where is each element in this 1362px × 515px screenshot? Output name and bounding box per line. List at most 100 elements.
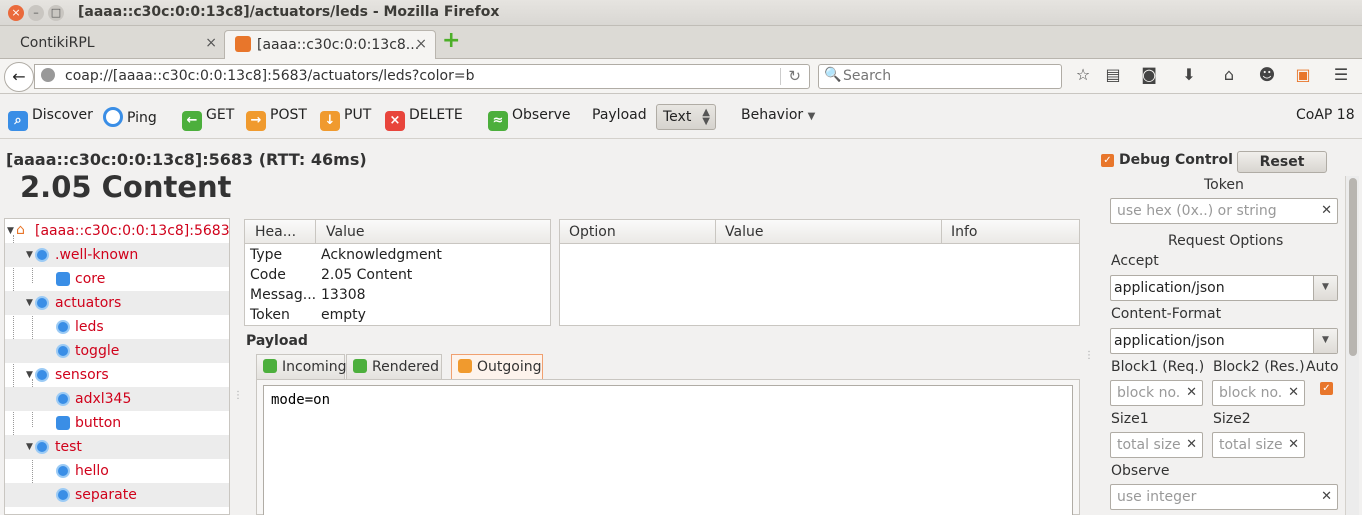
- column-separator[interactable]: [941, 220, 942, 244]
- block1-field[interactable]: ✕: [1110, 380, 1203, 406]
- splitter-grip-icon[interactable]: ⋮: [233, 390, 243, 401]
- tree-item-core[interactable]: core: [5, 267, 229, 291]
- chevron-down-icon[interactable]: ▼: [1313, 329, 1337, 353]
- outgoing-payload-editor[interactable]: mode=on: [263, 385, 1073, 515]
- content-format-select[interactable]: application/json ▼: [1110, 328, 1338, 354]
- accept-select[interactable]: application/json ▼: [1110, 275, 1338, 301]
- tree-item-actuators[interactable]: ▼ actuators: [5, 291, 229, 315]
- minimize-window-icon[interactable]: –: [28, 5, 44, 21]
- window-titlebar: × – □ [aaaa::c30c:0:0:13c8]/actuators/le…: [0, 0, 1362, 26]
- size1-field[interactable]: ✕: [1110, 432, 1203, 458]
- column-header[interactable]: Value: [326, 224, 364, 240]
- search-box[interactable]: 🔍: [818, 64, 1062, 89]
- ping-button[interactable]: Ping: [103, 107, 157, 129]
- column-separator[interactable]: [315, 220, 316, 244]
- post-button[interactable]: → POST: [246, 107, 307, 131]
- size2-input[interactable]: [1219, 437, 1287, 453]
- tab-copper[interactable]: [aaaa::c30c:0:0:13c8... ×: [224, 30, 436, 59]
- tab-contikirpl[interactable]: ContikiRPL ×: [10, 30, 225, 59]
- reset-button[interactable]: Reset: [1237, 151, 1327, 173]
- tree-item-hello[interactable]: hello: [5, 459, 229, 483]
- expand-triangle-icon[interactable]: ▼: [26, 443, 34, 452]
- tree-root[interactable]: ▼ ⌂ [aaaa::c30c:0:0:13c8]:5683: [5, 219, 229, 243]
- behavior-menu[interactable]: Behavior ▼: [741, 107, 815, 129]
- expand-triangle-icon[interactable]: ▼: [26, 251, 34, 260]
- clear-icon[interactable]: ✕: [1288, 437, 1299, 452]
- home-icon[interactable]: ⌂: [1218, 65, 1240, 87]
- copper-addon-icon[interactable]: ▣: [1292, 65, 1314, 87]
- close-window-icon[interactable]: ×: [8, 5, 24, 21]
- maximize-window-icon[interactable]: □: [48, 5, 64, 21]
- tree-item-adxl345[interactable]: adxl345: [5, 387, 229, 411]
- bookmark-star-icon[interactable]: ☆: [1072, 65, 1094, 87]
- new-tab-icon[interactable]: +: [442, 30, 462, 52]
- response-status: 2.05 Content: [20, 170, 232, 204]
- search-icon: 🔍: [824, 67, 842, 83]
- ping-icon: [103, 107, 123, 127]
- observe-input[interactable]: [1117, 489, 1317, 505]
- auto-checkbox[interactable]: ✓: [1320, 382, 1333, 395]
- back-button[interactable]: ←: [4, 62, 34, 92]
- tree-item-well-known[interactable]: ▼ .well-known: [5, 243, 229, 267]
- clear-icon[interactable]: ✕: [1186, 385, 1197, 400]
- home-icon: ⌂: [16, 222, 25, 238]
- url-bar[interactable]: coap://[aaaa::c30c:0:0:13c8]:5683/actuat…: [34, 64, 810, 89]
- get-button[interactable]: ← GET: [182, 107, 234, 131]
- expand-triangle-icon[interactable]: ▼: [26, 299, 34, 308]
- observe-field[interactable]: ✕: [1110, 484, 1338, 510]
- delete-button[interactable]: × DELETE: [385, 107, 463, 131]
- block2-field[interactable]: ✕: [1212, 380, 1305, 406]
- reading-list-icon[interactable]: ▤: [1102, 65, 1124, 87]
- tree-item-label: toggle: [75, 343, 120, 359]
- debug-control-checkbox[interactable]: ✓: [1101, 154, 1114, 167]
- download-icon[interactable]: ⬇: [1178, 65, 1200, 87]
- clear-icon[interactable]: ✕: [1321, 489, 1332, 504]
- tab-incoming[interactable]: Incoming: [256, 354, 347, 380]
- put-button[interactable]: ↓ PUT: [320, 107, 371, 131]
- ping-label: Ping: [127, 110, 157, 126]
- pocket-icon[interactable]: ◙: [1138, 65, 1160, 87]
- content-format-value: application/json: [1114, 333, 1225, 349]
- tree-item-button[interactable]: button: [5, 411, 229, 435]
- tree-item-test[interactable]: ▼ test: [5, 435, 229, 459]
- close-tab-icon[interactable]: ×: [415, 36, 427, 52]
- tab-rendered[interactable]: Rendered: [346, 354, 442, 380]
- header-name: Code: [250, 267, 286, 283]
- column-header[interactable]: Value: [725, 224, 763, 240]
- tree-item-toggle[interactable]: toggle: [5, 339, 229, 363]
- clear-icon[interactable]: ✕: [1186, 437, 1197, 452]
- expand-triangle-icon[interactable]: ▼: [26, 371, 34, 380]
- tree-item-leds[interactable]: leds: [5, 315, 229, 339]
- token-input[interactable]: [1117, 203, 1317, 219]
- expand-triangle-icon[interactable]: ▼: [7, 227, 15, 236]
- debug-panel-scrollbar[interactable]: [1345, 176, 1359, 515]
- tree-item-sensors[interactable]: ▼ sensors: [5, 363, 229, 387]
- column-separator[interactable]: [715, 220, 716, 244]
- search-input[interactable]: [843, 68, 1053, 84]
- scrollbar-thumb[interactable]: [1349, 178, 1357, 356]
- tab-outgoing[interactable]: Outgoing: [451, 354, 543, 380]
- close-tab-icon[interactable]: ×: [205, 35, 217, 51]
- reload-icon[interactable]: ↻: [788, 67, 801, 85]
- tree-item-separate[interactable]: separate: [5, 483, 229, 507]
- column-header[interactable]: Hea...: [255, 224, 296, 240]
- column-header[interactable]: Option: [569, 224, 616, 240]
- clear-icon[interactable]: ✕: [1321, 203, 1332, 218]
- chat-icon[interactable]: ☻: [1256, 65, 1278, 87]
- size1-input[interactable]: [1117, 437, 1185, 453]
- block1-input[interactable]: [1117, 385, 1185, 401]
- discover-button[interactable]: ⌕ Discover: [8, 107, 93, 131]
- url-text[interactable]: coap://[aaaa::c30c:0:0:13c8]:5683/actuat…: [65, 68, 474, 84]
- token-field[interactable]: ✕: [1110, 198, 1338, 224]
- payload-format-select[interactable]: Text ▲ ▼: [656, 104, 716, 130]
- menu-icon[interactable]: ☰: [1330, 65, 1352, 87]
- clear-icon[interactable]: ✕: [1288, 385, 1299, 400]
- chevron-down-icon[interactable]: ▼: [1313, 276, 1337, 300]
- size2-field[interactable]: ✕: [1212, 432, 1305, 458]
- splitter-grip-icon[interactable]: ⋮: [1084, 350, 1094, 361]
- size2-label: Size2: [1213, 411, 1251, 427]
- block2-input[interactable]: [1219, 385, 1287, 401]
- observe-button[interactable]: ≈ Observe: [488, 107, 570, 131]
- rendered-icon: [353, 359, 367, 373]
- column-header[interactable]: Info: [951, 224, 978, 240]
